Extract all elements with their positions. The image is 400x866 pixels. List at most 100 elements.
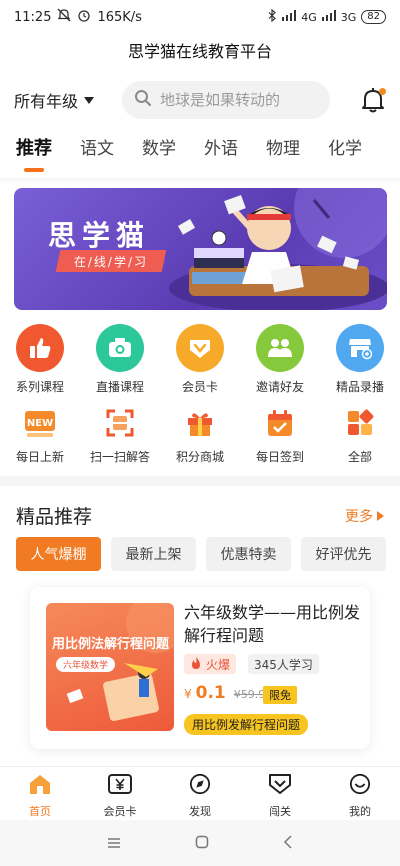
menu-icon[interactable]: [107, 834, 121, 853]
calendar-check-icon: [261, 404, 299, 442]
mute-icon: [57, 8, 71, 26]
notification-dot: [379, 88, 386, 95]
quick-series-courses[interactable]: 系列课程: [0, 324, 80, 395]
bluetooth-icon: [268, 8, 277, 25]
nav-label: 我的: [349, 805, 371, 818]
scan-icon: [101, 404, 139, 442]
alarm-icon: [77, 8, 91, 26]
quick-label: 每日上新: [15, 450, 64, 464]
filter-newest[interactable]: 最新上架: [111, 537, 196, 571]
banner-title: 思学猫: [48, 219, 151, 252]
quick-scan-answer[interactable]: 扫一扫解答: [80, 404, 160, 465]
friends-icon: [256, 324, 304, 372]
back-icon[interactable]: [283, 834, 293, 853]
current-price: 0.1: [195, 683, 226, 703]
currency-symbol: ¥: [184, 687, 192, 701]
gift-icon: [181, 404, 219, 442]
new-badge-icon: NEW: [21, 404, 59, 442]
subject-tabs: 推荐 语文 数学 外语 物理 化学: [0, 134, 400, 174]
home-square-icon[interactable]: [195, 834, 209, 853]
grade-select[interactable]: 所有年级: [14, 88, 95, 112]
filter-discount[interactable]: 优惠特卖: [206, 537, 291, 571]
free-tag: 限免: [263, 686, 297, 704]
notification-bell-button[interactable]: [360, 86, 386, 114]
tab-recommend[interactable]: 推荐: [16, 134, 52, 172]
nav-label: 闯关: [269, 805, 291, 818]
quick-label: 邀请好友: [255, 380, 304, 394]
tab-physics[interactable]: 物理: [266, 134, 300, 166]
bell-icon: [360, 88, 386, 118]
thumbs-up-icon: [16, 324, 64, 372]
course-cover: 用比例法解行程问题 六年级数学: [46, 603, 174, 731]
svg-text:NEW: NEW: [27, 418, 53, 429]
price: ¥ 0.1 ¥59.9: [184, 683, 265, 703]
search-box[interactable]: [122, 81, 331, 119]
quick-label: 每日签到: [255, 450, 304, 464]
caret-down-icon: [84, 96, 95, 104]
topic-tag: 用比例发解行程问题: [184, 714, 309, 735]
nav-home[interactable]: 首页: [0, 767, 80, 820]
tab-chemistry[interactable]: 化学: [328, 134, 362, 166]
promo-banner[interactable]: 思学猫 在/线/学/习: [14, 188, 387, 310]
quick-label: 积分商城: [175, 450, 224, 464]
learner-count: 345人学习: [248, 654, 319, 674]
status-time: 11:25: [14, 9, 52, 25]
tab-math[interactable]: 数学: [142, 134, 176, 166]
quick-daily-new[interactable]: NEW 每日上新: [0, 404, 80, 465]
course-card[interactable]: 用比例法解行程问题 六年级数学 六年级数学——用比例发解行程问题 火爆 345人…: [30, 587, 370, 749]
nav-profile[interactable]: 我的: [320, 767, 400, 820]
more-label: 更多: [345, 508, 373, 525]
search-icon: [134, 89, 152, 111]
signal-icon: [282, 10, 297, 24]
quick-points-mall[interactable]: 积分商城: [160, 404, 240, 465]
nav-vip-card[interactable]: 会员卡: [80, 767, 160, 820]
home-icon: [28, 773, 52, 799]
yen-card-icon: [107, 773, 133, 799]
hot-label: 火爆: [206, 657, 231, 672]
featured-title: 精品推荐: [16, 506, 93, 528]
quick-live-courses[interactable]: 直播课程: [80, 324, 160, 395]
network-type-2: 3G: [340, 10, 357, 24]
camera-icon: [96, 324, 144, 372]
shop-icon: [336, 324, 384, 372]
compass-icon: [188, 773, 212, 799]
network-speed: 165K/s: [97, 9, 142, 25]
filter-popular[interactable]: 人气爆棚: [16, 537, 101, 571]
quick-label: 精品录播: [335, 380, 384, 394]
quick-label: 系列课程: [15, 380, 64, 394]
quick-label: 全部: [347, 450, 372, 464]
nav-label: 会员卡: [103, 805, 137, 818]
grid-icon: [341, 404, 379, 442]
bottom-nav: 首页 会员卡 发现 闯关 我的: [0, 766, 400, 820]
tab-chinese[interactable]: 语文: [80, 134, 114, 166]
search-input[interactable]: [160, 91, 311, 109]
nav-challenge[interactable]: 闯关: [240, 767, 320, 820]
cover-title: 用比例法解行程问题: [52, 637, 170, 652]
filter-top-rated[interactable]: 好评优先: [301, 537, 386, 571]
quick-all[interactable]: 全部: [320, 404, 400, 465]
system-nav-bar: [0, 820, 400, 866]
badge-heart-icon: [267, 773, 293, 799]
cover-grade-pill: 六年级数学: [56, 657, 116, 672]
featured-header: 精品推荐 更多: [16, 502, 384, 529]
nav-discover[interactable]: 发现: [160, 767, 240, 820]
quick-daily-checkin[interactable]: 每日签到: [240, 404, 320, 465]
banner-subtitle: 在/线/学/习: [55, 250, 167, 272]
original-price: ¥59.9: [233, 688, 266, 701]
hot-badge: 火爆: [184, 654, 237, 674]
nav-label: 首页: [29, 805, 51, 818]
tab-foreign-language[interactable]: 外语: [204, 134, 238, 166]
nav-label: 发现: [189, 805, 211, 818]
quick-label: 会员卡: [181, 380, 218, 394]
quick-actions-row-1: 系列课程 直播课程 会员卡 邀请好友 精品录播: [0, 324, 400, 395]
quick-vip-card[interactable]: 会员卡: [160, 324, 240, 395]
signal-icon: [321, 10, 336, 24]
battery-indicator: 82: [361, 10, 386, 24]
quick-invite-friends[interactable]: 邀请好友: [240, 324, 320, 395]
top-toolbar: 所有年级: [0, 80, 400, 120]
tabs-divider: [0, 178, 400, 184]
more-link[interactable]: 更多: [345, 506, 384, 526]
fire-icon: [190, 656, 202, 673]
quick-recorded-courses[interactable]: 精品录播: [320, 324, 400, 395]
caret-right-icon: [377, 510, 384, 521]
